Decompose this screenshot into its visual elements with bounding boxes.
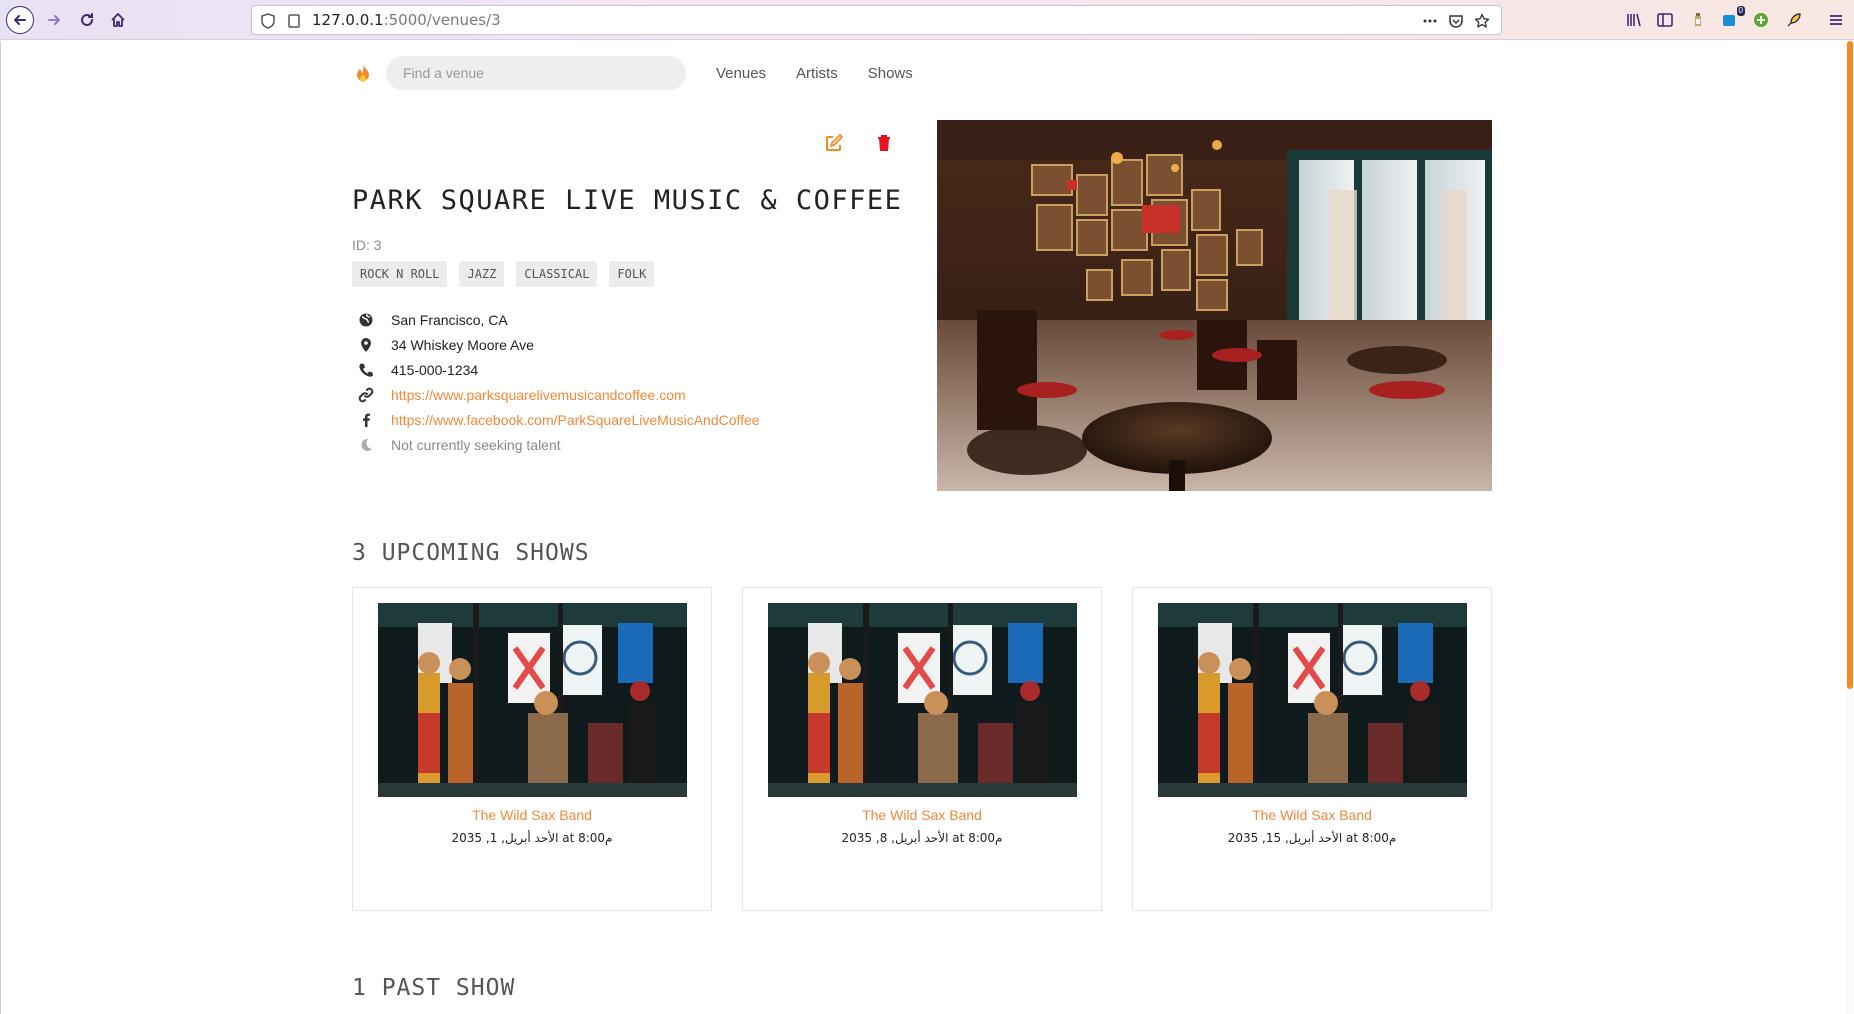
venue-id: ID: 3: [352, 237, 382, 253]
genre-tag: FOLK: [609, 261, 655, 287]
show-date: الأحد أبريل, 15, 2035 at 8:00م: [1227, 831, 1397, 845]
show-card[interactable]: The Wild Sax Band الأحد أبريل, 15, 2035 …: [1132, 587, 1492, 911]
browser-toolbar: 127.0.0.1:5000/venues/3 0: [0, 0, 1854, 40]
extension-bottle-icon[interactable]: [1688, 10, 1708, 30]
address-bar[interactable]: 127.0.0.1:5000/venues/3: [251, 5, 1502, 35]
venue-facebook-link[interactable]: https://www.facebook.com/ParkSquareLiveM…: [391, 412, 760, 428]
url-path: :5000/venues/3: [383, 11, 501, 29]
artist-photo[interactable]: [378, 603, 687, 797]
venue-address: 34 Whiskey Moore Ave: [391, 336, 534, 353]
pocket-icon[interactable]: [1448, 13, 1464, 29]
venue-phone-row: 415-000-1234: [358, 357, 760, 382]
venue-location-row: San Francisco, CA: [358, 307, 760, 332]
menu-icon[interactable]: [1826, 10, 1846, 30]
map-pin-icon: [361, 337, 371, 352]
link-icon: [358, 387, 374, 402]
more-actions-icon[interactable]: [1422, 13, 1438, 29]
extension-rocket-icon[interactable]: [1784, 10, 1804, 30]
home-icon: [111, 13, 125, 27]
reload-icon: [81, 13, 93, 26]
moon-icon: [361, 438, 372, 451]
sidebar-icon[interactable]: [1655, 10, 1675, 30]
show-artist-link[interactable]: The Wild Sax Band: [353, 807, 711, 823]
show-date: الأحد أبريل, 8, 2035 at 8:00م: [841, 831, 1003, 845]
venue-city-state: San Francisco, CA: [391, 311, 508, 328]
page-info-icon[interactable]: [286, 13, 302, 29]
shield-icon[interactable]: [260, 13, 276, 29]
venue-photo: [937, 120, 1492, 491]
arrow-left-icon: [14, 15, 26, 25]
nav-link-venues[interactable]: Venues: [716, 65, 766, 82]
fire-logo-icon[interactable]: [352, 62, 374, 84]
nav-link-shows[interactable]: Shows: [868, 65, 913, 82]
show-artist-link[interactable]: The Wild Sax Band: [743, 807, 1101, 823]
venue-website-row: https://www.parksquarelivemusicandcoffee…: [358, 382, 760, 407]
venue-title: PARK SQUARE LIVE MUSIC & COFFEE: [352, 185, 903, 216]
show-date: الأحد أبريل, 1, 2035 at 8:00م: [451, 831, 613, 845]
phone-icon: [359, 363, 373, 377]
edit-venue-icon[interactable]: [825, 133, 845, 153]
show-card[interactable]: The Wild Sax Band الأحد أبريل, 1, 2035 a…: [352, 587, 712, 911]
genre-tag: JAZZ: [459, 261, 505, 287]
forward-button[interactable]: [40, 6, 68, 34]
genre-list: ROCK N ROLL JAZZ CLASSICAL FOLK: [352, 261, 655, 287]
extension-badge-icon[interactable]: 0: [1719, 6, 1745, 30]
venue-facebook-row: https://www.facebook.com/ParkSquareLiveM…: [358, 407, 760, 432]
reload-button[interactable]: [73, 6, 101, 34]
url-text: 127.0.0.1:5000/venues/3: [312, 11, 501, 29]
show-card[interactable]: The Wild Sax Band الأحد أبريل, 8, 2035 a…: [742, 587, 1102, 911]
home-button[interactable]: [104, 6, 132, 34]
delete-venue-icon[interactable]: [874, 133, 894, 153]
upcoming-shows-title: 3 UPCOMING SHOWS: [352, 540, 590, 566]
venue-details: San Francisco, CA 34 Whiskey Moore Ave 4…: [358, 307, 760, 457]
genre-tag: CLASSICAL: [516, 261, 598, 287]
venue-address-row: 34 Whiskey Moore Ave: [358, 332, 760, 357]
facebook-icon: [363, 413, 370, 427]
venue-search-input[interactable]: [386, 56, 686, 90]
genre-tag: ROCK N ROLL: [352, 261, 448, 287]
venue-seeking-status: Not currently seeking talent: [391, 436, 561, 453]
notification-count: 0: [1736, 6, 1745, 16]
artist-photo[interactable]: [768, 603, 1077, 797]
site-nav: Venues Artists Shows: [352, 56, 913, 90]
extension-add-icon[interactable]: [1751, 10, 1771, 30]
venue-phone: 415-000-1234: [391, 361, 479, 378]
url-host: 127.0.0.1: [312, 11, 384, 29]
library-icon[interactable]: [1624, 10, 1644, 30]
nav-link-artists[interactable]: Artists: [796, 65, 838, 82]
back-button[interactable]: [6, 6, 34, 34]
venue-seeking-row: Not currently seeking talent: [358, 432, 760, 457]
past-shows-title: 1 PAST SHOW: [352, 975, 516, 1001]
arrow-right-icon: [48, 15, 60, 25]
scrollbar-thumb[interactable]: [1847, 41, 1853, 689]
globe-icon: [359, 313, 373, 326]
artist-photo[interactable]: [1158, 603, 1467, 797]
show-artist-link[interactable]: The Wild Sax Band: [1133, 807, 1491, 823]
bookmark-star-icon[interactable]: [1474, 13, 1490, 29]
venue-website-link[interactable]: https://www.parksquarelivemusicandcoffee…: [391, 387, 686, 403]
